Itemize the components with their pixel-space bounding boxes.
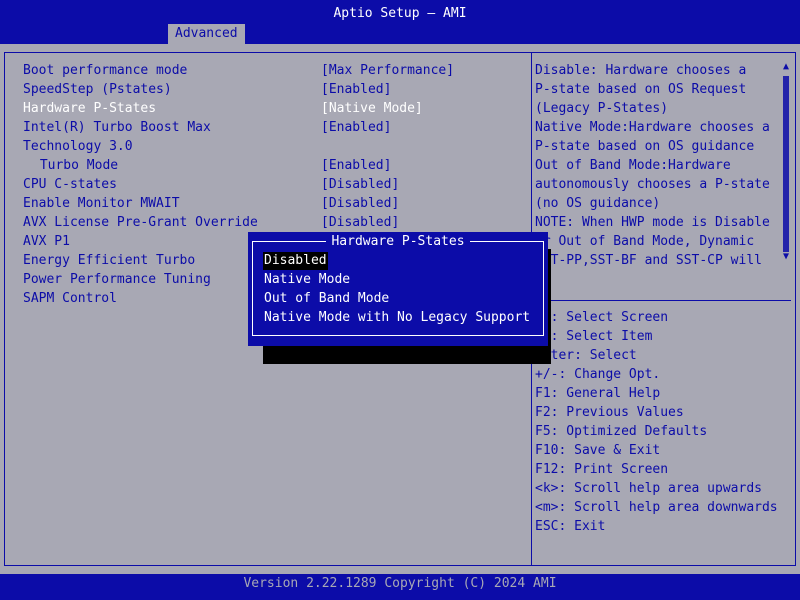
key-hint: ↑↓: Select Item (535, 329, 653, 344)
scroll-down-icon[interactable]: ▼ (783, 252, 789, 262)
setting-enable-monitor-mwait[interactable]: Enable Monitor MWAIT (23, 194, 180, 213)
key-hint: F2: Previous Values (535, 405, 684, 420)
setting-turbo-boost-max[interactable]: Intel(R) Turbo Boost Max (23, 118, 211, 137)
key-hint: <k>: Scroll help area upwards (535, 481, 762, 496)
option-out-of-band-mode[interactable]: Out of Band Mode (263, 290, 390, 308)
setting-value[interactable]: [Disabled] (321, 213, 399, 232)
key-hint: F12: Print Screen (535, 462, 669, 477)
help-text-line: (Legacy P-States) (535, 101, 669, 116)
setting-energy-efficient-turbo[interactable]: Energy Efficient Turbo (23, 251, 195, 270)
key-hint: F10: Save & Exit (535, 443, 661, 458)
help-text-line: P-state based on OS Request (535, 82, 747, 97)
setting-value[interactable]: [Enabled] (321, 156, 391, 175)
popup-shadow (263, 346, 551, 364)
help-text-line: autonomously chooses a P-state (535, 177, 770, 192)
setting-avx-p1[interactable]: AVX P1 (23, 232, 70, 251)
help-separator (535, 300, 791, 301)
help-text-line: Out of Band Mode:Hardware (535, 158, 731, 173)
key-hint: F1: General Help (535, 386, 661, 401)
key-hint: F5: Optimized Defaults (535, 424, 708, 439)
help-text-line: P-state based on OS guidance (535, 139, 755, 154)
setting-power-performance-tuning[interactable]: Power Performance Tuning (23, 270, 211, 289)
key-hint: <m>: Scroll help area downwards (535, 500, 778, 515)
help-text-line: Native Mode:Hardware chooses a (535, 120, 770, 135)
popup-title-text: Hardware P-States (326, 234, 470, 249)
setting-value[interactable]: [Enabled] (321, 118, 391, 137)
setting-value[interactable]: [Native Mode] (321, 99, 423, 118)
footer-version: Version 2.22.1289 Copyright (C) 2024 AMI (0, 574, 800, 600)
setting-avx-license-override[interactable]: AVX License Pre-Grant Override (23, 213, 258, 232)
help-scrollbar[interactable]: ▲ ▼ (783, 62, 789, 262)
setting-hardware-p-states[interactable]: Hardware P-States (23, 99, 156, 118)
setting-speedstep[interactable]: SpeedStep (Pstates) (23, 80, 172, 99)
scroll-up-icon[interactable]: ▲ (783, 62, 789, 72)
key-hint: +/-: Change Opt. (535, 367, 661, 382)
setting-value[interactable]: [Disabled] (321, 194, 399, 213)
option-native-no-legacy[interactable]: Native Mode with No Legacy Support (263, 309, 531, 327)
window-title: Aptio Setup – AMI (333, 6, 467, 21)
help-text-line: (no OS guidance) (535, 196, 661, 211)
setting-value[interactable]: [Max Performance] (321, 61, 454, 80)
tab-advanced[interactable]: Advanced (168, 24, 245, 44)
key-hint: →←: Select Screen (535, 310, 669, 325)
setting-turbo-mode[interactable]: Turbo Mode (32, 156, 118, 175)
help-text-line: SST-PP,SST-BF and SST-CP will (535, 253, 762, 268)
setting-label-continuation: Technology 3.0 (23, 139, 133, 154)
setting-value[interactable]: [Disabled] (321, 175, 399, 194)
header-bar: Aptio Setup – AMI Advanced (0, 0, 800, 44)
setting-sapm-control[interactable]: SAPM Control (23, 289, 117, 308)
popup-title: Hardware P-States (248, 233, 548, 251)
help-text-line: Disable: Hardware chooses a (535, 63, 747, 78)
help-text-line: NOTE: When HWP mode is Disable (535, 215, 770, 230)
setting-value[interactable]: [Enabled] (321, 80, 391, 99)
scroll-track[interactable] (783, 76, 789, 252)
option-disabled[interactable]: Disabled (263, 252, 328, 270)
setting-cpu-c-states[interactable]: CPU C-states (23, 175, 117, 194)
key-hint: ESC: Exit (535, 519, 606, 534)
help-text-line: or Out of Band Mode, Dynamic (535, 234, 755, 249)
hardware-p-states-popup[interactable]: Hardware P-States Disabled Native Mode O… (248, 232, 548, 346)
option-native-mode[interactable]: Native Mode (263, 271, 351, 289)
setting-boot-performance-mode[interactable]: Boot performance mode (23, 61, 187, 80)
